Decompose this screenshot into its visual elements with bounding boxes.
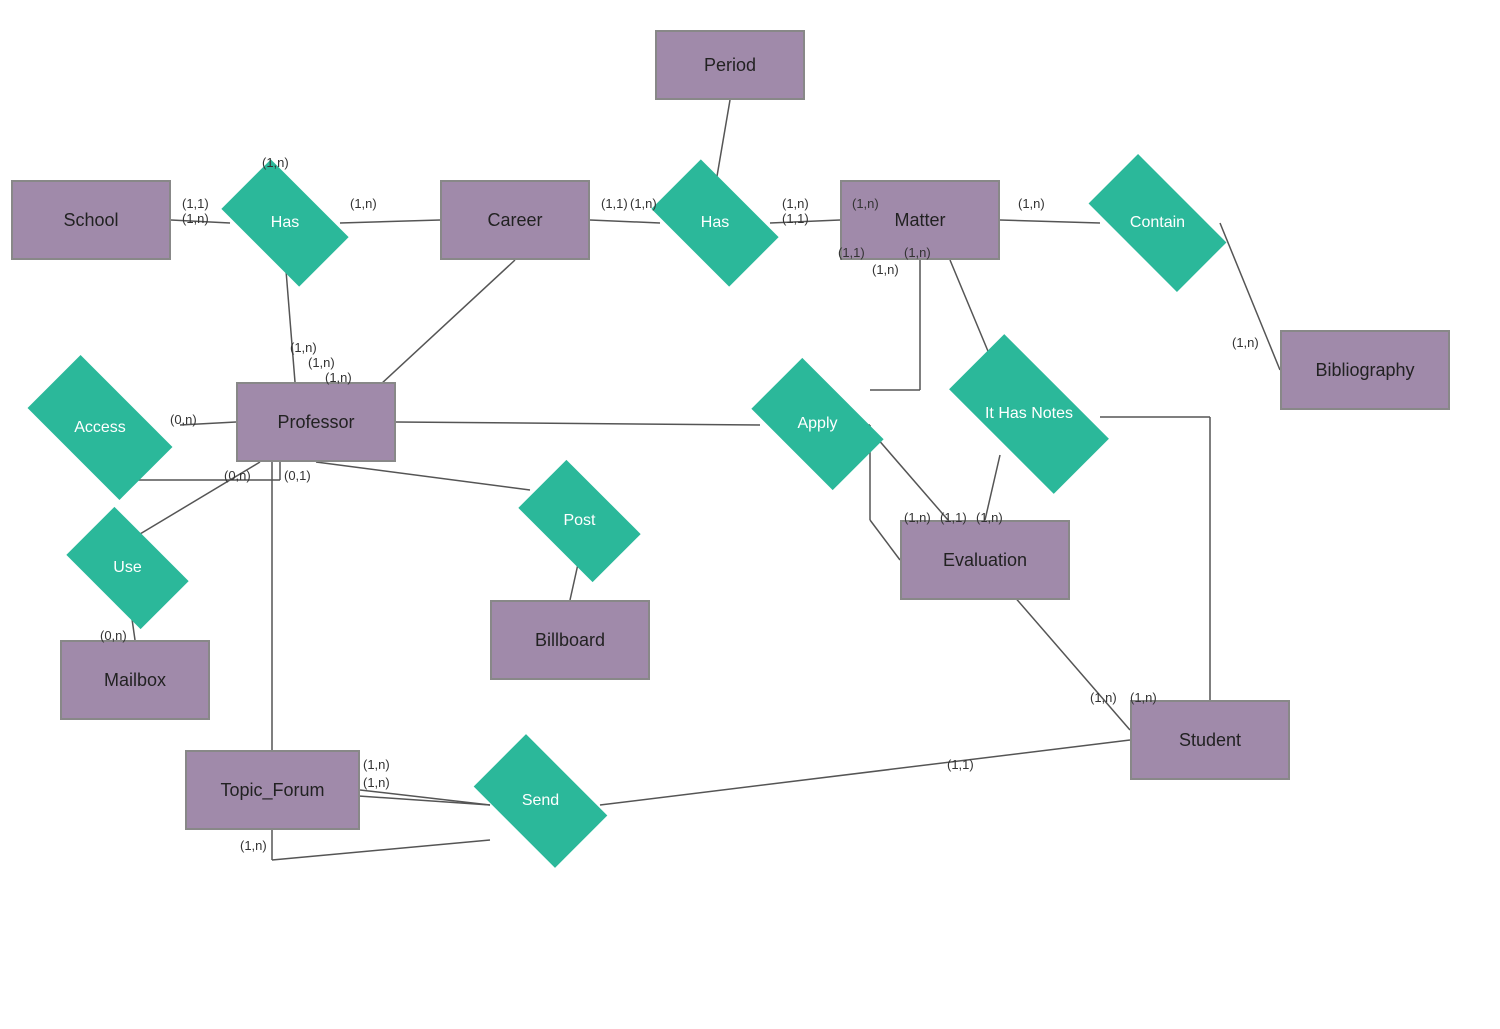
label-access-loop-2: (0,1) bbox=[284, 468, 311, 483]
relation-send: Send bbox=[483, 764, 598, 838]
label-notes-eval: (1,n) bbox=[976, 510, 1003, 525]
label-access-prof: (0,n) bbox=[170, 412, 197, 427]
label-matter-apply-2: (1,n) bbox=[872, 262, 899, 277]
relation-post: Post bbox=[527, 487, 632, 555]
label-forum-send-1: (1,n) bbox=[363, 757, 390, 772]
label-forum-send-2: (1,n) bbox=[363, 775, 390, 790]
er-diagram: School Career Matter Professor Period Bi… bbox=[0, 0, 1500, 1029]
label-has1-prof-2: (1,n) bbox=[308, 355, 335, 370]
entity-billboard: Billboard bbox=[490, 600, 650, 680]
label-has2-matter-2: (1,1) bbox=[782, 211, 809, 226]
label-school-has1-1: (1,1) bbox=[182, 196, 209, 211]
label-career-prof: (1,n) bbox=[325, 370, 352, 385]
label-matter-notes: (1,n) bbox=[904, 245, 931, 260]
label-mailbox: (0,n) bbox=[100, 628, 127, 643]
label-student-top-2: (1,n) bbox=[1130, 690, 1157, 705]
entity-period: Period bbox=[655, 30, 805, 100]
connection-lines bbox=[0, 0, 1500, 1029]
label-access-loop-1: (0,n) bbox=[224, 468, 251, 483]
label-send-student: (1,1) bbox=[947, 757, 974, 772]
relation-it-has-notes: It Has Notes bbox=[955, 375, 1103, 453]
relation-contain: Contain bbox=[1095, 188, 1220, 258]
relation-has1: Has bbox=[230, 188, 340, 258]
label-forum-bottom: (1,n) bbox=[240, 838, 267, 853]
label-contain-bib: (1,n) bbox=[1232, 335, 1259, 350]
entity-bibliography: Bibliography bbox=[1280, 330, 1450, 410]
relation-access: Access bbox=[35, 390, 165, 465]
label-has1-career: (1,n) bbox=[350, 196, 377, 211]
entity-evaluation: Evaluation bbox=[900, 520, 1070, 600]
entity-mailbox: Mailbox bbox=[60, 640, 210, 720]
entity-school: School bbox=[11, 180, 171, 260]
relation-has2: Has bbox=[660, 188, 770, 258]
label-apply-eval-2: (1,1) bbox=[940, 510, 967, 525]
entity-topic-forum: Topic_Forum bbox=[185, 750, 360, 830]
label-student-top-1: (1,n) bbox=[1090, 690, 1117, 705]
label-apply-eval-1: (1,n) bbox=[904, 510, 931, 525]
entity-career: Career bbox=[440, 180, 590, 260]
label-has2-matter-1: (1,n) bbox=[782, 196, 809, 211]
relation-use: Use bbox=[75, 534, 180, 602]
entity-professor: Professor bbox=[236, 382, 396, 462]
label-matter-contain: (1,n) bbox=[1018, 196, 1045, 211]
label-has2-career: (1,n) bbox=[630, 196, 657, 211]
relation-apply: Apply bbox=[760, 388, 875, 460]
label-matter-has2: (1,n) bbox=[852, 196, 879, 211]
label-career-has2-1: (1,1) bbox=[601, 196, 628, 211]
label-has1-prof-1: (1,n) bbox=[290, 340, 317, 355]
label-matter-apply-1: (1,1) bbox=[838, 245, 865, 260]
label-school-has1-2: (1,n) bbox=[182, 211, 209, 226]
entity-student: Student bbox=[1130, 700, 1290, 780]
label-has1-top: (1,n) bbox=[262, 155, 289, 170]
